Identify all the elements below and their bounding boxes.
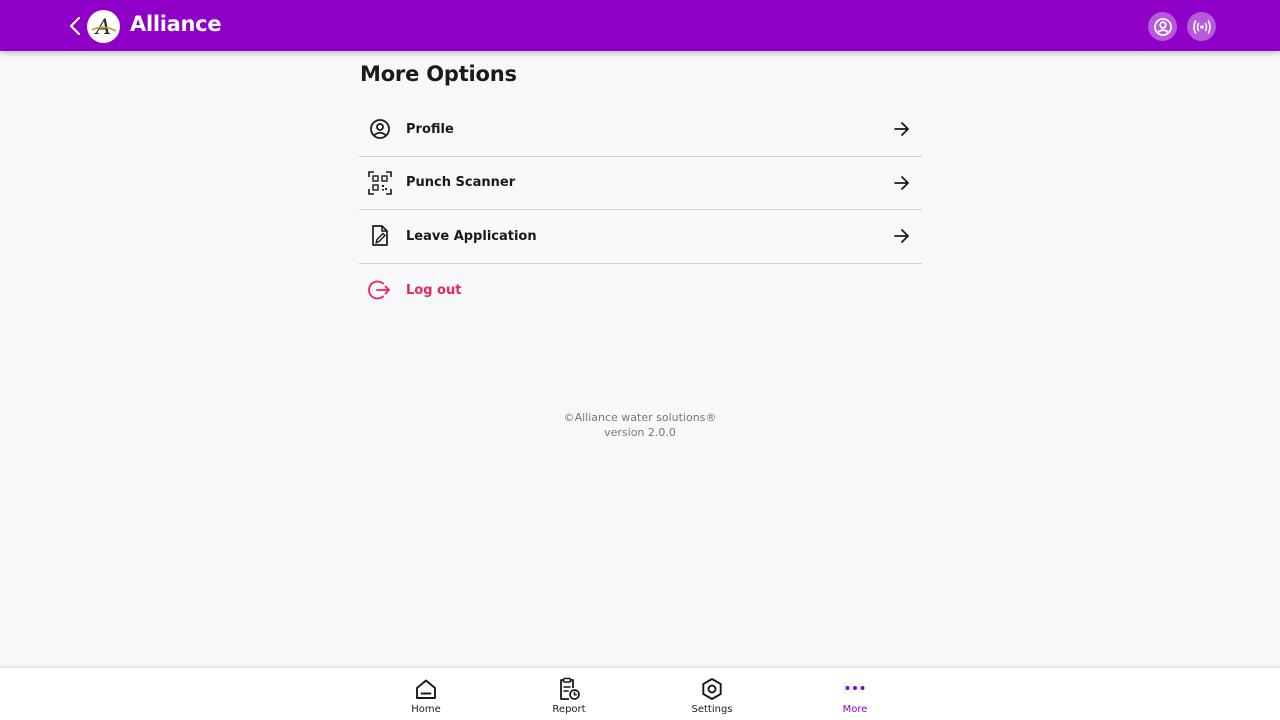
back-button[interactable]	[66, 13, 84, 39]
nav-item-home[interactable]: Home	[381, 668, 471, 720]
app-logo: A	[87, 10, 120, 43]
header-profile-button[interactable]	[1148, 12, 1177, 41]
report-icon	[557, 677, 581, 701]
broadcast-signal-icon	[1192, 19, 1211, 34]
more-dots-icon	[843, 677, 867, 701]
header-connectivity-button[interactable]	[1187, 12, 1216, 41]
menu-item-label: Profile	[406, 121, 454, 137]
menu-item-profile[interactable]: Profile	[359, 103, 922, 157]
user-circle-icon	[1153, 17, 1172, 36]
menu-item-label: Leave Application	[406, 228, 537, 244]
copyright-text: ©Alliance water solutions®	[563, 411, 717, 424]
menu-item-leave-application[interactable]: Leave Application	[359, 210, 922, 264]
nav-item-settings[interactable]: Settings	[667, 668, 757, 720]
app-header: A Alliance	[0, 0, 1280, 51]
bottom-navigation: Home Report Settings More	[0, 667, 1280, 720]
logout-icon	[368, 278, 392, 302]
nav-item-more[interactable]: More	[810, 668, 900, 720]
menu-item-label: Punch Scanner	[406, 175, 516, 191]
nav-item-report[interactable]: Report	[524, 668, 614, 720]
app-title: Alliance	[130, 12, 222, 36]
nav-label: More	[842, 704, 868, 715]
document-edit-icon	[368, 224, 392, 248]
arrow-right-icon	[892, 173, 912, 193]
qr-scan-icon	[368, 170, 392, 195]
menu-item-punch-scanner[interactable]: Punch Scanner	[359, 157, 922, 210]
settings-icon	[700, 677, 724, 701]
options-menu: Profile Punch Scanner Leave Application …	[359, 103, 922, 317]
user-circle-icon	[368, 117, 392, 141]
page-title: More Options	[360, 62, 517, 86]
version-text: version 2.0.0	[604, 426, 676, 439]
arrow-right-icon	[892, 226, 912, 246]
arrow-right-icon	[892, 119, 912, 139]
chevron-left-icon	[69, 16, 81, 36]
app-footer-info: ©Alliance water solutions® version 2.0.0	[440, 410, 840, 440]
menu-item-logout[interactable]: Log out	[359, 264, 922, 318]
home-icon	[414, 677, 438, 701]
menu-item-label: Log out	[406, 282, 462, 298]
nav-label: Settings	[691, 704, 733, 715]
nav-label: Report	[552, 704, 586, 715]
nav-label: Home	[411, 704, 441, 715]
